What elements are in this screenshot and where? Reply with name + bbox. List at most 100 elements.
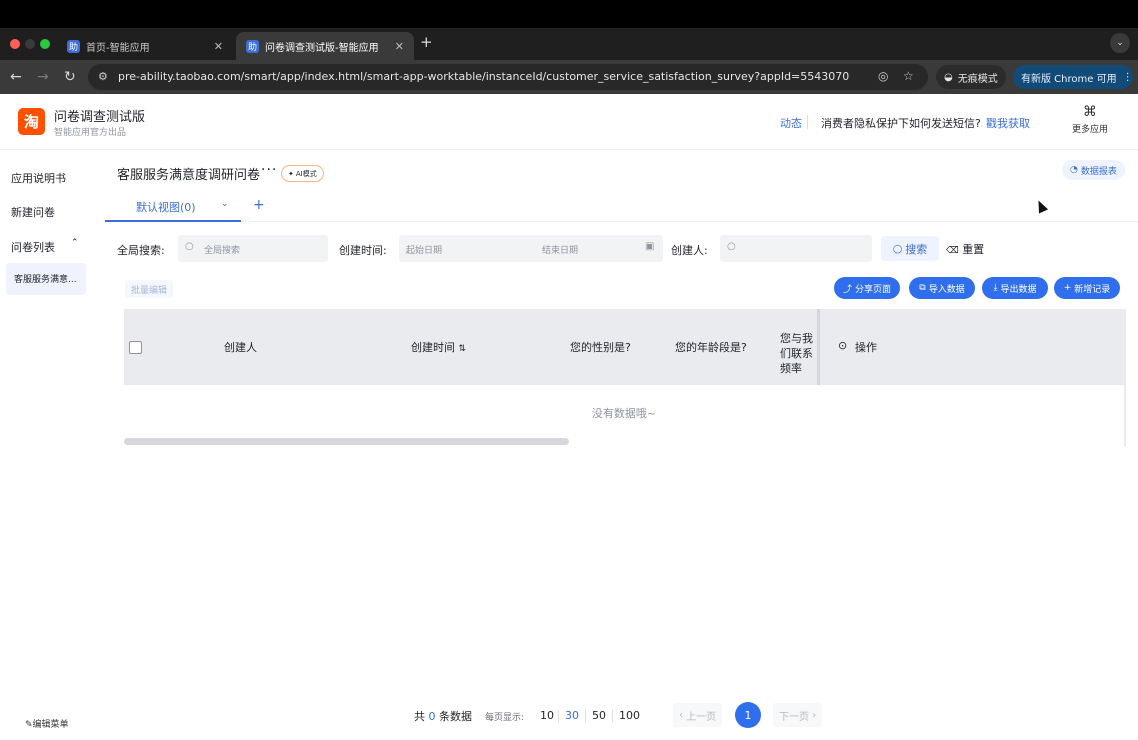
ai-mode-badge[interactable]: ✦ AI模式 xyxy=(281,165,324,182)
page-size-divider xyxy=(558,710,559,722)
share-icon: ⤴ xyxy=(842,284,852,295)
browser-toolbar: ← → ↻ ⚙ pre-ability.taobao.com/smart/app… xyxy=(0,60,1138,94)
reset-button[interactable]: ⌫ 重置 xyxy=(946,241,984,257)
calendar-icon: ▣ xyxy=(645,241,655,252)
add-record-label: 新增记录 xyxy=(1074,284,1111,295)
new-tab-button[interactable]: + xyxy=(420,33,433,51)
address-bar[interactable]: ⚙ pre-ability.taobao.com/smart/app/index… xyxy=(88,64,928,90)
back-arrow-icon[interactable]: ← xyxy=(10,69,22,85)
add-view-button[interactable]: + xyxy=(253,197,265,213)
table-toolbar: 批量编辑 ⤴ 分享页面 ⧉ 导入数据 ⤓ 导出数据 + 新增记录 xyxy=(95,276,1138,300)
end-date-placeholder[interactable]: 结束日期 xyxy=(542,243,578,256)
page-size-divider xyxy=(612,710,613,722)
plus-icon: + xyxy=(1063,283,1072,293)
search-icon: ○ xyxy=(892,242,903,255)
share-page-button[interactable]: ⤴ 分享页面 xyxy=(834,277,900,299)
close-icon[interactable]: ✕ xyxy=(214,40,223,53)
start-date-placeholder[interactable]: 起始日期 xyxy=(406,243,442,256)
app-subtitle: 智能应用官方出品 xyxy=(54,128,127,138)
news-link[interactable]: 动态 xyxy=(780,115,802,131)
settings-icon[interactable]: ⊙ xyxy=(838,339,847,352)
edit-menu-label: 编辑菜单 xyxy=(32,720,69,730)
incognito-label: 无痕模式 xyxy=(957,73,998,85)
close-window-button[interactable] xyxy=(10,39,20,49)
column-created-time[interactable]: 创建时间 ⇅ xyxy=(411,339,466,355)
pagination: 共 0 条数据 每页显示: 10 30 50 100 ‹ 上一页 1 下一页 › xyxy=(95,700,1138,730)
total-count: 共 0 条数据 xyxy=(414,708,472,724)
app-favicon-icon: 助 xyxy=(246,39,259,53)
export-data-button[interactable]: ⤓ 导出数据 xyxy=(982,277,1048,299)
page-size-100[interactable]: 100 xyxy=(619,709,640,722)
browser-tab-survey[interactable]: 助 问卷调查测试版-智能应用 ✕ xyxy=(236,32,414,60)
chrome-update-button[interactable]: 有新版 Chrome 可用 ⋮ xyxy=(1013,65,1133,89)
url-text[interactable]: pre-ability.taobao.com/smart/app/index.h… xyxy=(118,70,849,83)
tab-search-button[interactable]: ⌄ xyxy=(1110,33,1130,53)
sort-icon[interactable]: ⇅ xyxy=(459,344,467,354)
incognito-indicator[interactable]: ◒ 无痕模式 xyxy=(936,65,1006,89)
sidebar-item-survey-list[interactable]: 问卷列表 ⌃ xyxy=(11,238,83,255)
update-label: 有新版 Chrome 可用 xyxy=(1021,73,1117,85)
next-page-button[interactable]: 下一页 › xyxy=(773,703,823,727)
prev-page-button[interactable]: ‹ 上一页 xyxy=(673,703,723,727)
sidebar-item-customer-survey[interactable]: 客服服务满意... xyxy=(6,263,86,295)
search-button-label: 搜索 xyxy=(905,242,928,256)
data-report-button[interactable]: ◔ 数据报表 xyxy=(1062,160,1125,180)
creator-label: 创建人: xyxy=(671,244,708,257)
creator-input[interactable]: ○ xyxy=(720,235,872,262)
import-data-button[interactable]: ⧉ 导入数据 xyxy=(909,277,975,299)
edit-menu-button[interactable]: ✎编辑菜单 xyxy=(25,717,69,730)
table-body: 没有数据哦~ xyxy=(124,385,1126,447)
share-label: 分享页面 xyxy=(855,284,892,295)
empty-state-text: 没有数据哦~ xyxy=(591,407,657,420)
page-size-50[interactable]: 50 xyxy=(592,709,606,722)
column-age[interactable]: 您的年龄段是? xyxy=(675,339,747,355)
page-size-label: 每页显示: xyxy=(485,713,525,723)
date-range-picker[interactable]: 起始日期 结束日期 ▣ xyxy=(399,235,663,262)
add-record-button[interactable]: + 新增记录 xyxy=(1054,277,1120,299)
app-title: 问卷调查测试版 xyxy=(54,110,146,125)
minimize-window-button[interactable] xyxy=(25,39,35,49)
close-icon[interactable]: ✕ xyxy=(395,40,404,53)
maximize-window-button[interactable] xyxy=(40,39,50,49)
incognito-icon: ◒ xyxy=(944,71,953,83)
more-options-icon[interactable]: ··· xyxy=(261,162,277,178)
grid-icon: ⌘ xyxy=(1083,104,1097,120)
sidebar-item-manual[interactable]: 应用说明书 xyxy=(11,170,66,186)
reset-icon: ⌫ xyxy=(946,246,959,256)
eye-off-icon[interactable]: ◎ xyxy=(878,69,888,83)
browser-tab-strip: 助 首页-智能应用 ✕ 助 问卷调查测试版-智能应用 ✕ + ⌄ xyxy=(0,28,1138,60)
more-apps-label: 更多应用 xyxy=(1071,125,1108,135)
page-number-current[interactable]: 1 xyxy=(735,702,761,728)
horizontal-scrollbar[interactable] xyxy=(124,438,569,445)
ai-mode-label: AI模式 xyxy=(295,169,317,178)
main-content: 客服服务满意度调研问卷 ··· ✦ AI模式 ◔ 数据报表 默认视图(0) ⌄ … xyxy=(95,150,1138,740)
column-creator[interactable]: 创建人 xyxy=(224,339,257,355)
page-size-30[interactable]: 30 xyxy=(565,709,579,722)
actions-column: ⊙ 操作 xyxy=(817,309,1126,385)
os-top-bar xyxy=(0,0,1138,28)
tab-title: 问卷调查测试版-智能应用 xyxy=(265,42,379,54)
column-gender[interactable]: 您的性别是? xyxy=(570,339,631,355)
search-button[interactable]: ○ 搜索 xyxy=(881,236,939,261)
bookmark-star-icon[interactable]: ☆ xyxy=(903,69,914,83)
more-apps-button[interactable]: ⌘ 更多应用 xyxy=(1068,104,1112,135)
chevron-down-icon[interactable]: ⌄ xyxy=(221,199,229,209)
browser-tab-home[interactable]: 助 首页-智能应用 ✕ xyxy=(57,32,233,60)
tab-default-view[interactable]: 默认视图(0) ⌄ xyxy=(105,194,241,222)
column-contact-frequency[interactable]: 您与我们联系频率 xyxy=(780,331,820,376)
batch-edit-button[interactable]: 批量编辑 xyxy=(125,280,174,298)
copy-icon: ⧉ xyxy=(919,283,926,293)
reload-icon[interactable]: ↻ xyxy=(64,69,76,85)
global-search-input[interactable]: ○ 全局搜索 xyxy=(178,235,328,262)
export-label: 导出数据 xyxy=(1000,284,1037,295)
site-info-icon[interactable]: ⚙ xyxy=(98,70,108,83)
page-size-10[interactable]: 10 xyxy=(540,709,554,722)
select-all-checkbox[interactable] xyxy=(129,341,142,354)
notice-text: 消费者隐私保护下如何发送短信? xyxy=(821,117,981,130)
notice-link[interactable]: 戳我获取 xyxy=(986,115,1030,131)
app-header: 淘 问卷调查测试版 智能应用官方出品 动态 消费者隐私保护下如何发送短信? 戳我… xyxy=(0,94,1138,150)
edit-icon: ✎ xyxy=(25,720,33,730)
forward-arrow-icon[interactable]: → xyxy=(37,69,49,85)
sidebar-item-new-survey[interactable]: 新建问卷 xyxy=(11,204,55,220)
chevron-right-icon: › xyxy=(812,709,817,721)
